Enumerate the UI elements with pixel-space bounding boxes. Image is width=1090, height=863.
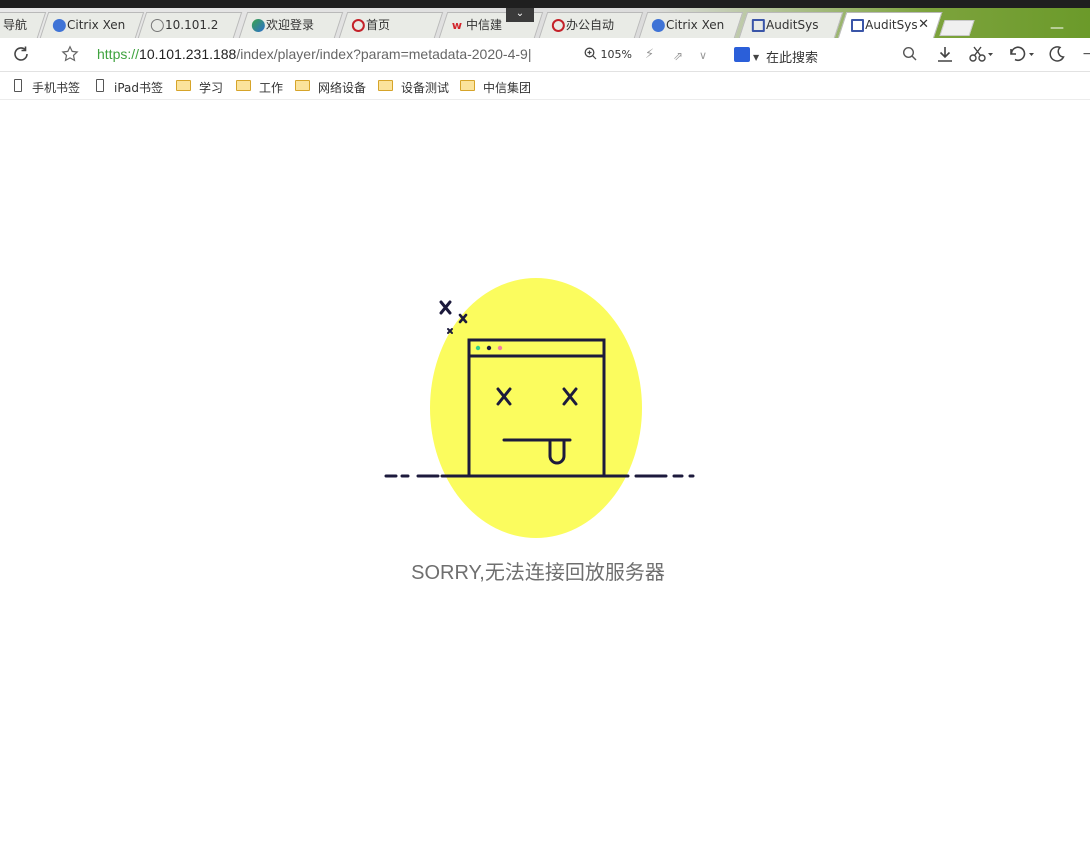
tab-list-chevron-icon[interactable]: ⌄ — [506, 8, 534, 22]
auditsys-icon — [751, 19, 765, 32]
w-logo-icon: w — [451, 19, 463, 32]
device-icon — [14, 79, 22, 92]
bookmark-folder-test[interactable]: 设备测试 — [378, 79, 449, 96]
bookmark-folder-study[interactable]: 学习 — [176, 79, 223, 96]
bookmark-mobile[interactable]: 手机书签 — [12, 79, 80, 96]
tab-auditsys-1[interactable]: AuditSys — [738, 12, 844, 38]
share-icon[interactable]: ⇗ — [673, 47, 683, 65]
zoom-icon — [584, 47, 597, 60]
search-icon[interactable] — [902, 46, 918, 66]
bookmark-ipad[interactable]: iPad书签 — [94, 79, 163, 96]
citic-logo-icon — [551, 19, 565, 32]
globe-icon — [150, 19, 164, 32]
lightning-icon[interactable]: ⚡ — [645, 46, 654, 64]
folder-icon — [176, 80, 191, 91]
folder-icon — [378, 80, 393, 91]
night-mode-icon[interactable] — [1048, 45, 1066, 67]
window-dot-pink — [497, 345, 503, 351]
auditsys-icon — [851, 19, 864, 32]
baidu-search-icon[interactable] — [734, 47, 750, 62]
url-path: /index/player/index?param=metadata-2020-… — [236, 46, 532, 62]
error-message: SORRY,无法连接回放服务器 — [411, 562, 665, 584]
bookmark-label: 学习 — [199, 81, 224, 95]
zoom-level: 105% — [600, 48, 632, 61]
bookmark-folder-citic[interactable]: 中信集团 — [460, 79, 531, 96]
new-tab-button[interactable] — [939, 20, 975, 36]
minimize-window-icon[interactable]: — — [1050, 20, 1064, 36]
window-dot-green — [475, 345, 481, 351]
tab-label: AuditSys — [865, 18, 918, 32]
tab-label: Citrix Xen — [67, 18, 126, 32]
tab-label: 办公自动 — [566, 18, 615, 32]
tab-label: 中信建 — [466, 18, 503, 32]
url-scheme: https:// — [97, 46, 140, 62]
citrix-icon — [52, 19, 66, 32]
citrix-icon — [651, 19, 665, 32]
bookmark-label: 设备测试 — [401, 81, 450, 95]
close-tab-icon[interactable]: ✕ — [918, 13, 929, 37]
bookmark-folder-network[interactable]: 网络设备 — [295, 79, 366, 96]
tab-label: 欢迎登录 — [266, 18, 315, 32]
chevron-down-icon[interactable]: ∨ — [699, 47, 707, 65]
bookmark-label: 手机书签 — [32, 81, 81, 95]
tab-welcome[interactable]: 欢迎登录 — [238, 12, 344, 38]
folder-icon — [460, 80, 475, 91]
tab-bar: 导航 Citrix Xen 10.101.2 欢迎登录 首页 w 中信建 办公自… — [0, 8, 1090, 39]
more-menu-icon[interactable]: − — [1082, 45, 1090, 63]
search-input[interactable]: 在此搜索 — [766, 47, 818, 66]
scissors-icon[interactable] — [968, 45, 994, 67]
folder-icon — [295, 80, 310, 91]
tab-nav[interactable]: 导航 — [0, 12, 47, 38]
tab-auditsys-active[interactable]: AuditSys ✕ — [837, 12, 943, 39]
top-strip — [0, 0, 1090, 8]
download-icon[interactable] — [935, 45, 955, 67]
tab-label: 首页 — [366, 18, 391, 32]
bookmark-folder-work[interactable]: 工作 — [236, 79, 283, 96]
bookmarks-bar: 手机书签 iPad书签 学习 工作 网络设备 设备测试 中信集团 — [0, 72, 1090, 100]
folder-icon — [236, 80, 251, 91]
address-bar: https://10.101.231.188/index/player/inde… — [0, 38, 1090, 72]
tab-home[interactable]: 首页 — [338, 12, 444, 38]
dizzy-x-large-icon — [439, 300, 452, 315]
undo-icon[interactable] — [1008, 45, 1036, 67]
dizzy-x-small-icon — [447, 328, 453, 334]
tab-label: 导航 — [2, 18, 28, 32]
bookmark-label: 工作 — [259, 81, 284, 95]
bookmark-label: 中信集团 — [483, 81, 532, 95]
url-host: 10.101.231.188 — [139, 46, 237, 62]
window-dot-dark — [486, 345, 492, 351]
citic-logo-icon — [351, 19, 365, 32]
tab-oa[interactable]: 办公自动 — [538, 12, 644, 38]
tab-ip[interactable]: 10.101.2 — [137, 12, 243, 38]
url-field[interactable]: https://10.101.231.188/index/player/inde… — [97, 46, 531, 62]
bookmark-label: 网络设备 — [318, 81, 367, 95]
search-engine-dropdown-icon[interactable]: ▼ — [753, 49, 759, 67]
tab-label: Citrix Xen — [666, 18, 725, 32]
zoom-control[interactable]: 105% — [584, 47, 632, 61]
globe-color-icon — [251, 19, 265, 32]
reload-icon[interactable] — [12, 45, 30, 67]
tab-citrix-2[interactable]: Citrix Xen — [638, 12, 744, 38]
tab-label: AuditSys — [766, 18, 819, 32]
bookmark-star-icon[interactable] — [61, 45, 79, 67]
error-illustration — [380, 272, 700, 546]
device-icon — [96, 79, 104, 92]
bookmark-label: iPad书签 — [114, 81, 164, 95]
tab-citrix-1[interactable]: Citrix Xen — [39, 12, 145, 38]
tab-label: 10.101.2 — [165, 18, 219, 32]
